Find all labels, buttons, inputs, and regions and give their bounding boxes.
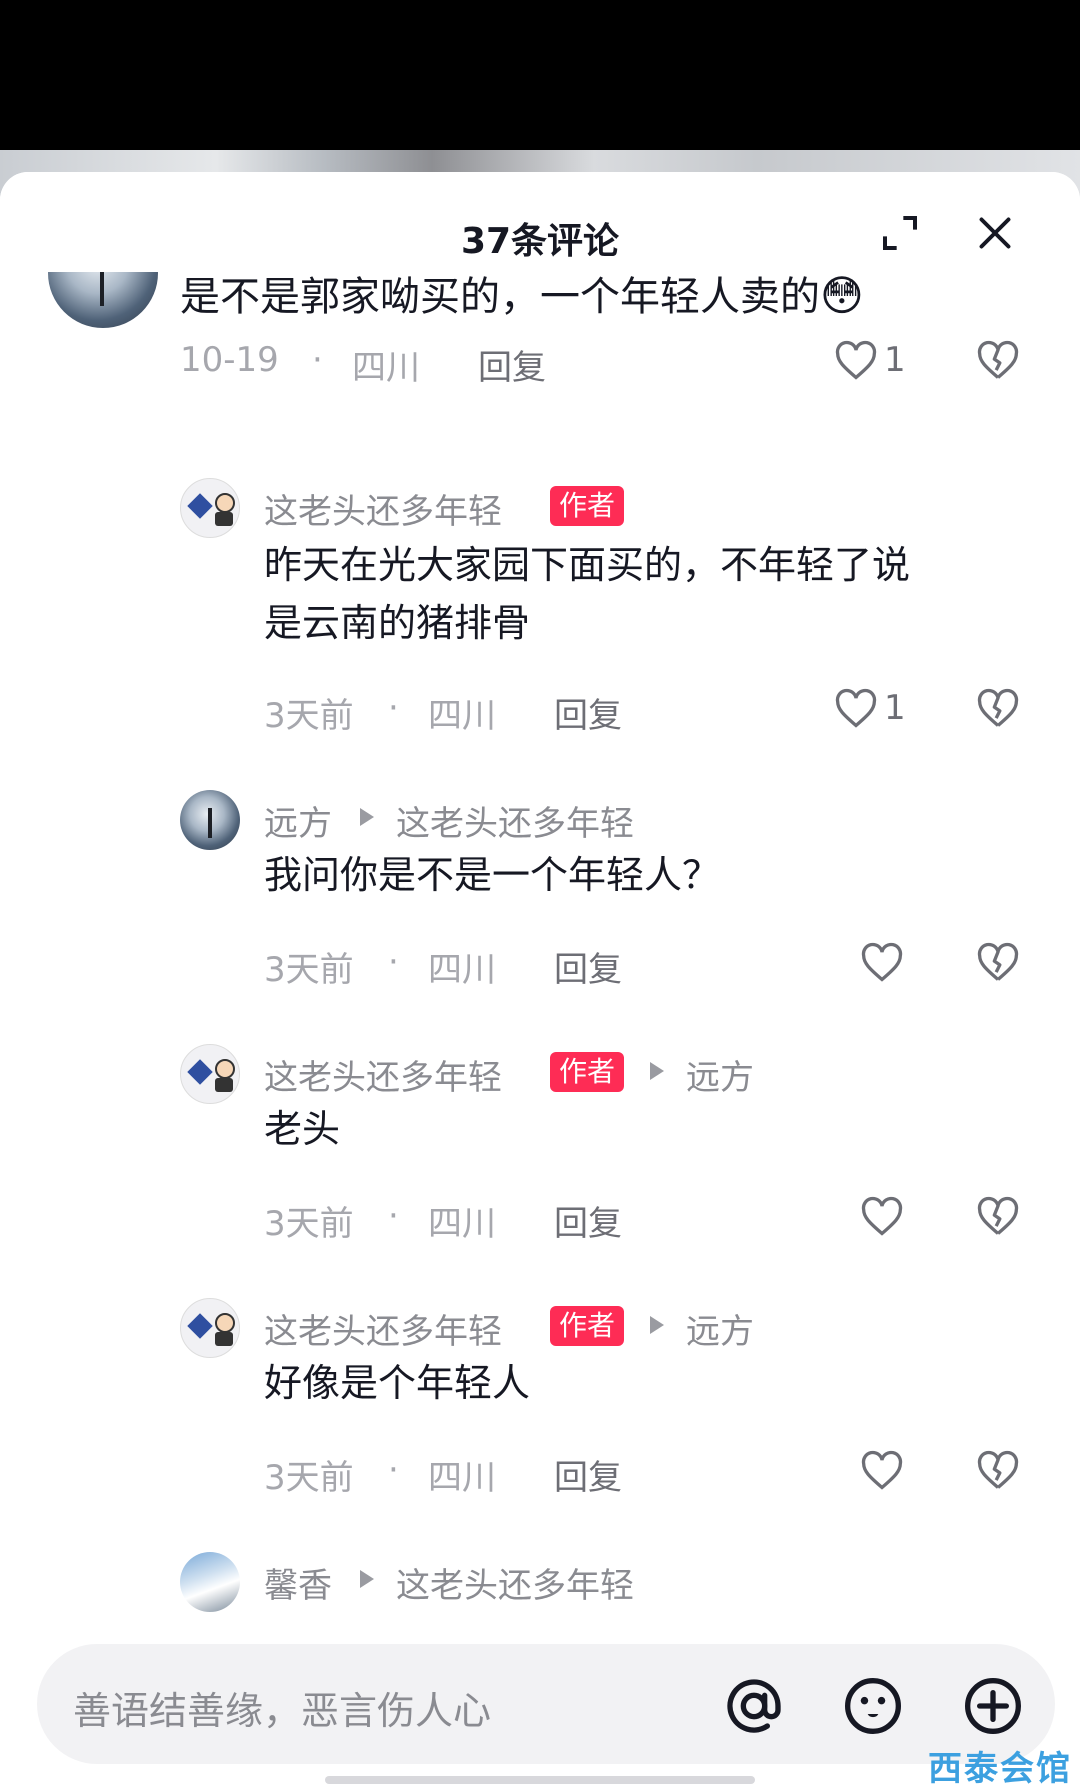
reply-to-arrow-icon: [650, 1316, 664, 1334]
watermark-text: 西泰会馆: [928, 1749, 1072, 1789]
reply-username[interactable]: 这老头还多年轻: [264, 1050, 502, 1099]
dislike-icon[interactable]: [976, 688, 1020, 730]
reply-to-arrow-icon: [360, 808, 374, 826]
comment-date: 3天前: [264, 696, 354, 736]
reply-to-username[interactable]: 这老头还多年轻: [396, 796, 634, 845]
avatar[interactable]: [180, 1552, 240, 1612]
comment-text: 是不是郭家呦买的，一个年轻人卖的😳: [180, 267, 864, 326]
close-icon: [979, 217, 1011, 249]
reply-button[interactable]: 回复: [554, 1196, 622, 1245]
reply-button[interactable]: 回复: [554, 688, 622, 737]
heart-icon[interactable]: [834, 340, 878, 382]
meta-separator: ·: [388, 1450, 399, 1490]
reply-text-line: 昨天在光大家园下面买的，不年轻了说: [264, 543, 911, 587]
author-badge: 作者: [550, 1052, 625, 1092]
expand-icon: [883, 216, 917, 250]
reply-username[interactable]: 远方: [264, 796, 332, 845]
reply-to-username[interactable]: 这老头还多年轻: [396, 1558, 634, 1607]
add-button[interactable]: [961, 1674, 1025, 1738]
comment-date: 3天前: [264, 950, 354, 990]
dislike-icon[interactable]: [976, 340, 1020, 382]
author-badge: 作者: [550, 1306, 625, 1346]
comment-input-placeholder[interactable]: 善语结善缘，恶言伤人心: [73, 1680, 491, 1735]
avatar[interactable]: [180, 478, 240, 538]
reply-username[interactable]: 这老头还多年轻: [264, 484, 502, 533]
dislike-icon[interactable]: [976, 1196, 1020, 1238]
at-icon: [727, 1679, 781, 1733]
close-button[interactable]: [970, 208, 1020, 258]
meta-separator: ·: [388, 942, 399, 982]
sheet-header: 37条评论: [0, 172, 1080, 272]
heart-icon[interactable]: [860, 1196, 904, 1238]
comment-input-bar[interactable]: 善语结善缘，恶言伤人心: [37, 1644, 1055, 1764]
flushed-emoji-icon: 😳: [820, 271, 864, 320]
reply-text: 老头: [264, 1107, 341, 1151]
comment-location: 四川: [428, 1204, 496, 1244]
comment-location: 四川: [428, 950, 496, 990]
meta-separator: ·: [312, 340, 323, 380]
heart-icon[interactable]: [834, 688, 878, 730]
reply-button[interactable]: 回复: [478, 340, 546, 389]
heart-icon[interactable]: [860, 1450, 904, 1492]
meta-separator: ·: [388, 688, 399, 728]
comment-date: 3天前: [264, 1204, 354, 1244]
comment-date: 3天前: [264, 1458, 354, 1498]
comment-location: 四川: [428, 1458, 496, 1498]
smiley-icon: [845, 1678, 901, 1734]
reply-text: 昨天在光大家园下面买的，不年轻了说 是云南的猪排骨: [264, 536, 1044, 652]
reply-text: 我问你是不是一个年轻人？: [264, 853, 721, 897]
like-count: 1: [884, 340, 906, 380]
reply-text-line: 是云南的猪排骨: [264, 601, 531, 645]
avatar[interactable]: [180, 790, 240, 850]
meta-separator: ·: [388, 1196, 399, 1236]
comment-date: 10-19: [180, 340, 279, 380]
reply-to-arrow-icon: [650, 1062, 664, 1080]
avatar[interactable]: [180, 1044, 240, 1104]
reply-button[interactable]: 回复: [554, 1450, 622, 1499]
home-indicator: [325, 1776, 755, 1784]
avatar[interactable]: [180, 1298, 240, 1358]
dislike-icon[interactable]: [976, 1450, 1020, 1492]
status-area: [0, 0, 1080, 150]
comment-location: 四川: [352, 348, 420, 388]
author-badge: 作者: [550, 486, 625, 526]
reply-username[interactable]: 馨香: [264, 1558, 332, 1607]
mention-button[interactable]: [722, 1674, 786, 1738]
reply-to-username[interactable]: 远方: [686, 1050, 754, 1099]
dislike-icon[interactable]: [976, 942, 1020, 984]
emoji-button[interactable]: [841, 1674, 905, 1738]
comments-sheet: 远方 是不是郭家呦买的，一个年轻人卖的😳 10-19 · 四川 回复 1 这老头…: [0, 172, 1080, 1790]
plus-circle-icon: [965, 1678, 1021, 1734]
like-count: 1: [884, 688, 906, 728]
reply-to-arrow-icon: [360, 1570, 374, 1588]
reply-button[interactable]: 回复: [554, 942, 622, 991]
reply-to-username[interactable]: 远方: [686, 1304, 754, 1353]
comment-location: 四川: [428, 696, 496, 736]
comment-text-content: 是不是郭家呦买的，一个年轻人卖的: [180, 274, 820, 320]
comment-list[interactable]: 远方 是不是郭家呦买的，一个年轻人卖的😳 10-19 · 四川 回复 1 这老头…: [0, 172, 1080, 1622]
heart-icon[interactable]: [860, 942, 904, 984]
reply-username[interactable]: 这老头还多年轻: [264, 1304, 502, 1353]
reply-text: 好像是个年轻人: [264, 1361, 531, 1405]
expand-button[interactable]: [875, 208, 925, 258]
